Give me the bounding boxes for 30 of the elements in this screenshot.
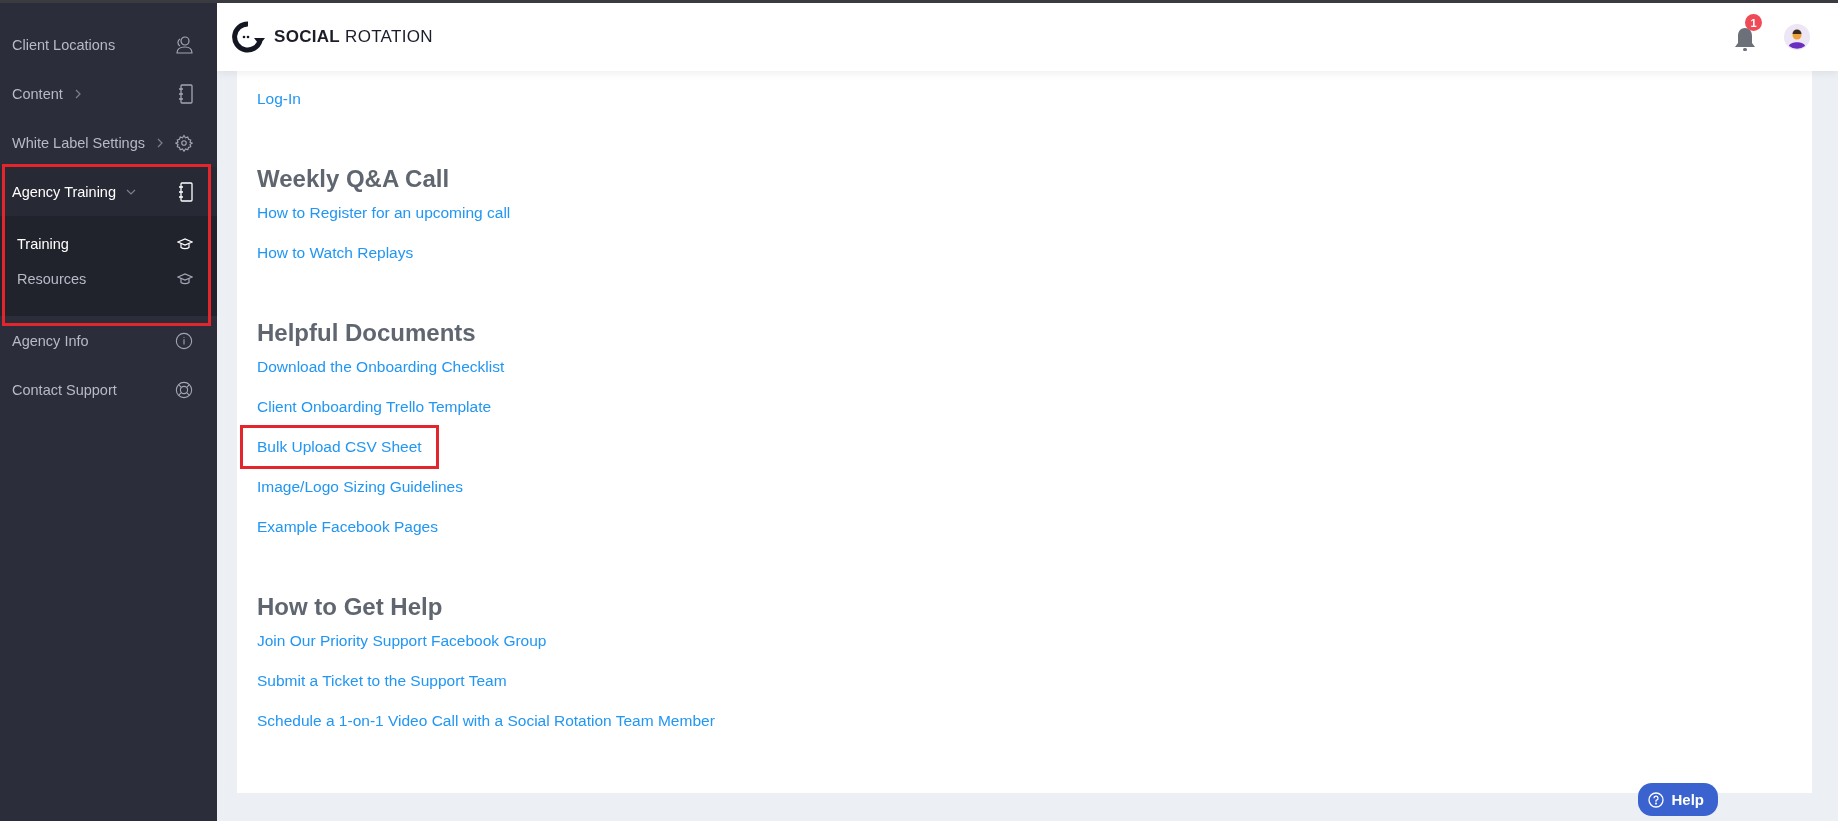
notification-bell[interactable]: 1: [1732, 14, 1762, 54]
avatar-icon[interactable]: [1784, 24, 1810, 50]
logo-icon: [232, 21, 266, 53]
lifebuoy-icon: [175, 380, 193, 399]
sidebar-item[interactable]: White Label Settings: [0, 118, 217, 167]
document-link[interactable]: Bulk Upload CSV Sheet: [240, 425, 439, 469]
document-link[interactable]: Log-In: [240, 77, 318, 121]
notebook-icon: [179, 181, 193, 202]
notebook-icon: [179, 83, 193, 104]
info-icon: [175, 331, 193, 350]
sidebar-item[interactable]: Content: [0, 69, 217, 118]
section-heading: Weekly Q&A Call: [257, 164, 451, 194]
submenu-item[interactable]: Resources: [0, 261, 217, 296]
section-heading: How to Get Help: [257, 592, 444, 622]
sidebar-item[interactable]: Client Locations: [0, 20, 217, 69]
bell-icon: [1732, 26, 1758, 54]
brand-name: SOCIAL ROTATION: [274, 27, 433, 47]
submenu-item[interactable]: Training: [0, 226, 217, 261]
help-button[interactable]: Help: [1638, 783, 1718, 816]
sidebar-item[interactable]: Agency Info: [0, 316, 217, 365]
graduation-cap-icon: [177, 271, 193, 286]
question-icon: [1648, 791, 1665, 808]
users-icon: [175, 34, 193, 55]
sidebar-item[interactable]: Contact Support: [0, 365, 217, 414]
settings-icon: [175, 133, 193, 152]
sidebar-item[interactable]: Agency Training: [0, 167, 217, 216]
chevron-right-icon: [155, 137, 165, 148]
graduation-cap-icon: [177, 236, 193, 251]
section-heading: Helpful Documents: [257, 318, 477, 348]
notification-badge: 1: [1745, 14, 1762, 31]
